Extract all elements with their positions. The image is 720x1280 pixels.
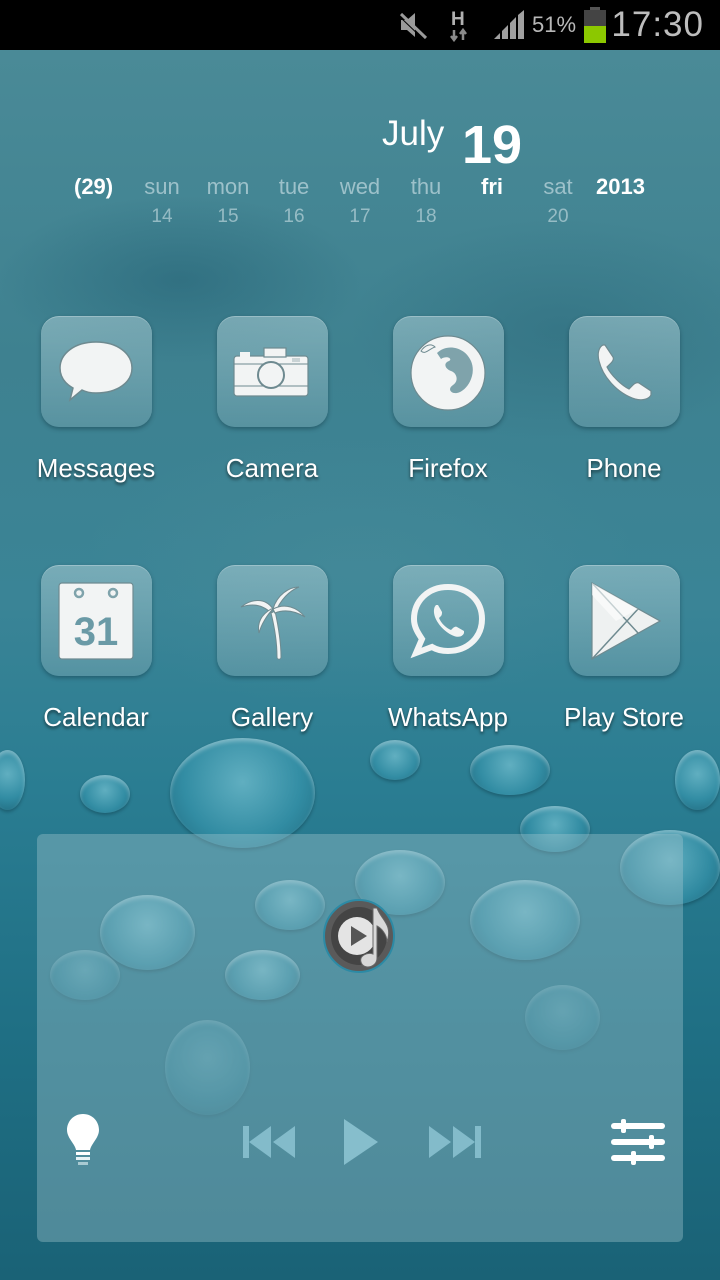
app-label: WhatsApp	[388, 702, 508, 732]
calendar-widget[interactable]: July 19 (29) sun mon tue wed thu fri sat…	[0, 100, 720, 240]
calendar-year: 2013	[596, 174, 645, 199]
date-sun: 14	[151, 206, 173, 227]
clock: 17:30	[611, 5, 704, 44]
app-tile[interactable]	[216, 565, 328, 676]
phone-handset-icon	[597, 343, 652, 400]
battery-icon	[583, 0, 607, 50]
app-firefox[interactable]: Firefox	[360, 316, 536, 484]
app-tile[interactable]	[568, 316, 680, 427]
weekday-fri-today: fri	[481, 174, 503, 199]
date-mon: 15	[217, 206, 239, 227]
weekday-thu: thu	[410, 174, 442, 199]
app-camera[interactable]: Camera	[184, 316, 360, 484]
status-bar: H 51% 17:30	[0, 0, 720, 50]
app-tile[interactable]	[392, 565, 504, 676]
weekday-mon: mon	[206, 174, 250, 199]
music-player-icon[interactable]	[323, 898, 397, 974]
app-label: Messages	[36, 453, 156, 483]
app-label: Play Store	[564, 702, 684, 732]
previous-icon[interactable]	[241, 1124, 297, 1165]
camera-icon	[233, 346, 309, 397]
whatsapp-icon	[410, 583, 486, 658]
app-label: Camera	[225, 453, 319, 483]
app-label: Gallery	[230, 702, 314, 732]
date-wed: 17	[349, 206, 371, 227]
app-tile[interactable]	[392, 316, 504, 427]
calendar-31-icon: 31	[58, 581, 134, 660]
date-thu: 18	[415, 206, 437, 227]
mute-icon	[398, 0, 428, 50]
app-whatsapp[interactable]: WhatsApp	[360, 565, 536, 733]
app-label: Calendar	[43, 702, 149, 732]
equalizer-icon[interactable]	[609, 1118, 667, 1171]
hspa-data-icon: H	[448, 0, 474, 50]
app-label: Firefox	[408, 453, 488, 483]
calendar-day: 19	[462, 115, 523, 175]
app-gallery[interactable]: Gallery	[184, 565, 360, 733]
firefox-icon	[410, 334, 486, 411]
app-tile[interactable]	[216, 316, 328, 427]
calendar-icon-number: 31	[74, 610, 119, 654]
weekday-sun: sun	[144, 174, 180, 199]
calendar-week-number: (29)	[74, 174, 114, 199]
app-calendar[interactable]: 31 Calendar	[8, 565, 184, 733]
speech-bubble-icon	[59, 340, 133, 402]
calendar-month: July	[382, 114, 445, 153]
play-icon[interactable]	[342, 1117, 380, 1172]
network-type: H	[451, 9, 465, 30]
next-icon[interactable]	[427, 1124, 483, 1165]
play-store-icon	[591, 581, 662, 660]
weekday-sat: sat	[543, 174, 573, 199]
music-player-widget	[37, 834, 683, 1242]
app-phone[interactable]: Phone	[536, 316, 712, 484]
date-sat: 20	[547, 206, 569, 227]
date-tue: 16	[283, 206, 305, 227]
app-tile[interactable]	[568, 565, 680, 676]
weekday-tue: tue	[278, 174, 310, 199]
palm-tree-icon	[240, 586, 306, 660]
lightbulb-icon[interactable]	[65, 1112, 101, 1175]
app-label: Phone	[586, 453, 662, 483]
app-play-store[interactable]: Play Store	[536, 565, 712, 733]
app-tile[interactable]: 31	[40, 565, 152, 676]
app-messages[interactable]: Messages	[8, 316, 184, 484]
app-tile[interactable]	[40, 316, 152, 427]
weekday-wed: wed	[339, 174, 381, 199]
battery-percent: 51%	[532, 12, 577, 37]
signal-icon	[492, 0, 528, 50]
